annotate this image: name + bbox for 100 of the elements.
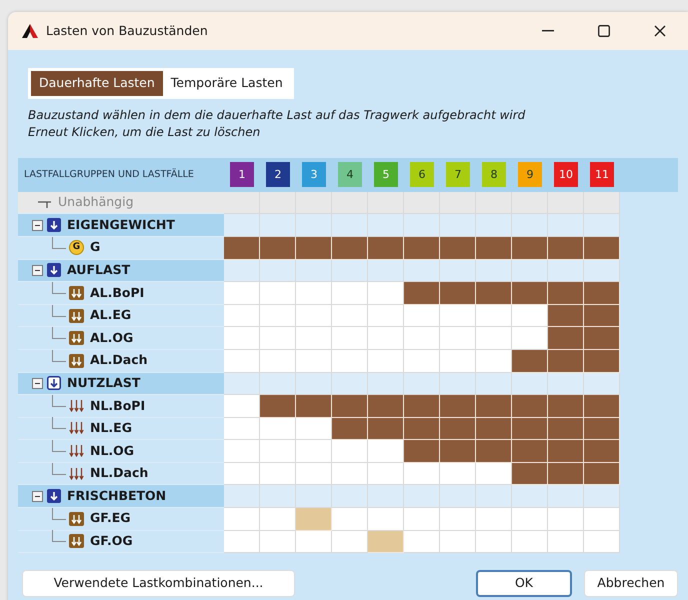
grid-cell[interactable] (296, 304, 332, 328)
grid-cell[interactable] (368, 214, 404, 237)
grid-cell[interactable] (512, 260, 548, 282)
grid-cell[interactable] (404, 462, 440, 486)
grid-cell[interactable] (224, 192, 260, 214)
grid-cell[interactable] (332, 372, 368, 396)
dialog-button[interactable]: OK (476, 570, 572, 598)
grid-cell[interactable] (584, 440, 620, 463)
grid-cell[interactable] (440, 530, 476, 554)
collapse-toggle[interactable] (32, 490, 43, 502)
grid-cell[interactable] (332, 350, 368, 372)
grid-cell[interactable] (404, 350, 440, 372)
grid-cell[interactable] (260, 214, 296, 237)
grid-cell[interactable] (584, 304, 620, 328)
grid-cell[interactable] (548, 508, 584, 531)
grid-cell[interactable] (476, 372, 512, 396)
maximize-icon[interactable] (598, 25, 610, 37)
grid-cell[interactable] (548, 372, 584, 396)
load-case-label[interactable]: AL.BoPI (90, 284, 144, 302)
dialog-button[interactable]: Abbrechen (584, 570, 678, 598)
load-case-number[interactable]: 8 (482, 162, 506, 188)
grid-cell[interactable] (368, 508, 404, 531)
grid-cell[interactable] (224, 282, 260, 305)
grid-cell[interactable] (584, 327, 620, 350)
grid-cell[interactable] (512, 508, 548, 531)
grid-cell[interactable] (584, 372, 620, 396)
grid-cell[interactable] (476, 350, 512, 372)
grid-cell[interactable] (368, 485, 404, 508)
grid-cell[interactable] (260, 350, 296, 372)
grid-cell[interactable] (332, 214, 368, 237)
grid-cell[interactable] (296, 327, 332, 350)
grid-cell[interactable] (548, 304, 584, 328)
grid-cell[interactable] (476, 530, 512, 554)
grid-cell[interactable] (368, 327, 404, 350)
grid-cell[interactable] (440, 304, 476, 328)
grid-cell[interactable] (440, 350, 476, 372)
grid-cell[interactable] (260, 418, 296, 440)
load-case-label[interactable]: AL.Dach (90, 351, 148, 370)
load-case-label[interactable]: NL.Dach (90, 464, 148, 484)
load-case-label[interactable]: GF.OG (90, 532, 133, 551)
grid-cell[interactable] (296, 192, 332, 214)
grid-cell[interactable] (404, 260, 440, 282)
grid-cell[interactable] (368, 236, 404, 260)
grid-cell[interactable] (368, 418, 404, 440)
grid-cell[interactable] (260, 530, 296, 554)
grid-cell[interactable] (476, 236, 512, 260)
load-case-number[interactable]: 10 (554, 162, 578, 188)
load-case-label[interactable]: AL.EG (90, 306, 132, 325)
grid-cell[interactable] (440, 327, 476, 350)
grid-cell[interactable] (296, 260, 332, 282)
grid-cell[interactable] (440, 214, 476, 237)
grid-cell[interactable] (332, 260, 368, 282)
grid-cell[interactable] (584, 236, 620, 260)
grid-cell[interactable] (476, 282, 512, 305)
grid-cell[interactable] (332, 530, 368, 554)
grid-cell[interactable] (512, 440, 548, 463)
grid-cell[interactable] (404, 485, 440, 508)
grid-cell[interactable] (332, 395, 368, 418)
grid-cell[interactable] (332, 440, 368, 463)
grid-cell[interactable] (368, 192, 404, 214)
grid-cell[interactable] (224, 395, 260, 418)
grid-cell[interactable] (296, 372, 332, 396)
grid-cell[interactable] (584, 350, 620, 372)
grid-cell[interactable] (584, 418, 620, 440)
grid-cell[interactable] (548, 418, 584, 440)
grid-cell[interactable] (296, 485, 332, 508)
grid-cell[interactable] (224, 462, 260, 486)
dialog-button[interactable]: Verwendete Lastkombinationen... (22, 570, 295, 598)
grid-cell[interactable] (296, 236, 332, 260)
grid-cell[interactable] (440, 192, 476, 214)
load-case-label[interactable]: G (90, 238, 100, 258)
grid-cell[interactable] (584, 530, 620, 554)
grid-cell[interactable] (548, 350, 584, 372)
grid-cell[interactable] (260, 462, 296, 486)
grid-cell[interactable] (368, 372, 404, 396)
load-case-number[interactable]: 11 (590, 162, 614, 188)
grid-cell[interactable] (368, 395, 404, 418)
grid-cell[interactable] (512, 327, 548, 350)
grid-cell[interactable] (512, 192, 548, 214)
grid-cell[interactable] (260, 327, 296, 350)
grid-cell[interactable] (332, 327, 368, 350)
grid-cell[interactable] (260, 192, 296, 214)
load-case-number[interactable]: 9 (518, 162, 542, 188)
grid-cell[interactable] (368, 440, 404, 463)
grid-cell[interactable] (548, 282, 584, 305)
grid-cell[interactable] (260, 236, 296, 260)
grid-cell[interactable] (224, 508, 260, 531)
grid-cell[interactable] (476, 395, 512, 418)
grid-cell[interactable] (296, 214, 332, 237)
load-case-number[interactable]: 7 (446, 162, 470, 188)
grid-cell[interactable] (440, 462, 476, 486)
load-case-label[interactable]: GF.EG (90, 509, 131, 528)
grid-cell[interactable] (476, 260, 512, 282)
grid-cell[interactable] (296, 440, 332, 463)
load-case-label[interactable]: NL.BoPI (90, 396, 146, 416)
grid-cell[interactable] (512, 485, 548, 508)
load-case-number[interactable]: 1 (230, 162, 254, 188)
grid-cell[interactable] (260, 282, 296, 305)
grid-cell[interactable] (332, 418, 368, 440)
grid-cell[interactable] (584, 260, 620, 282)
